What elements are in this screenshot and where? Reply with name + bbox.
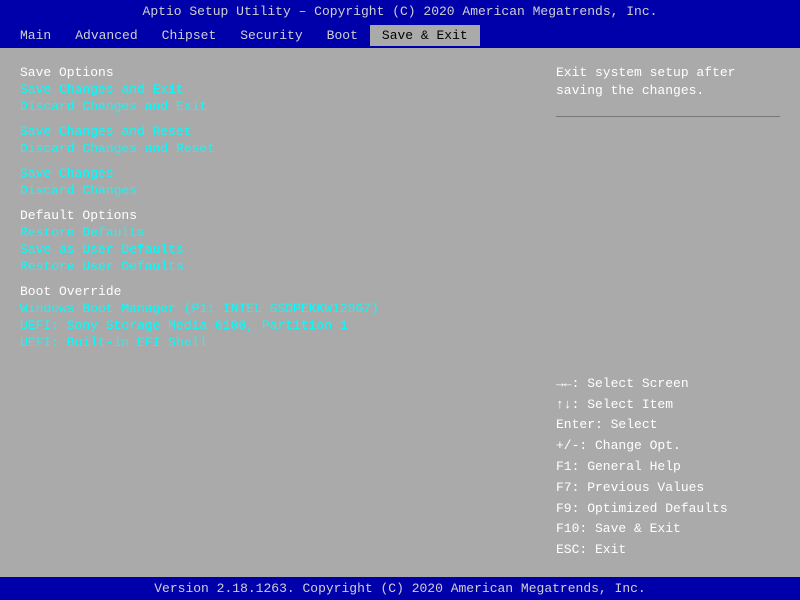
menu-option-11[interactable]: Restore Defaults: [20, 224, 524, 241]
menu-item-chipset[interactable]: Chipset: [150, 25, 229, 46]
right-panel: Exit system setup after saving the chang…: [544, 56, 792, 569]
menu-option-13[interactable]: Restore User Defaults: [20, 258, 524, 275]
status-text: Version 2.18.1263. Copyright (C) 2020 Am…: [154, 581, 645, 596]
key-help-item-4: F1: General Help: [556, 457, 780, 478]
divider-line: [556, 116, 780, 117]
section-divider-14: [20, 275, 524, 283]
key-help-item-6: F9: Optimized Defaults: [556, 499, 780, 520]
menu-option-17[interactable]: UEFI: Sony Storage Media 0100, Partition…: [20, 317, 524, 334]
key-help-item-2: Enter: Select: [556, 415, 780, 436]
menu-option-12[interactable]: Save as User Defaults: [20, 241, 524, 258]
key-help-item-1: ↑↓: Select Item: [556, 395, 780, 416]
key-help: →←: Select Screen↑↓: Select ItemEnter: S…: [556, 374, 780, 561]
key-help-item-3: +/-: Change Opt.: [556, 436, 780, 457]
menu-option-2[interactable]: Discard Changes and Exit: [20, 98, 524, 115]
title-text: Aptio Setup Utility – Copyright (C) 2020…: [143, 4, 658, 19]
key-help-item-5: F7: Previous Values: [556, 478, 780, 499]
menu-item-save---exit[interactable]: Save & Exit: [370, 25, 480, 46]
status-bar: Version 2.18.1263. Copyright (C) 2020 Am…: [0, 577, 800, 600]
section-divider-3: [20, 115, 524, 123]
menu-bar: MainAdvancedChipsetSecurityBootSave & Ex…: [0, 23, 800, 48]
section-header-15: Boot Override: [20, 283, 524, 300]
menu-item-main[interactable]: Main: [8, 25, 63, 46]
menu-option-18[interactable]: UEFI: Built-in EFI Shell: [20, 334, 524, 351]
menu-item-security[interactable]: Security: [228, 25, 314, 46]
menu-option-1[interactable]: Save Changes and Exit: [20, 81, 524, 98]
main-content: Save OptionsSave Changes and ExitDiscard…: [0, 48, 800, 577]
menu-item-boot[interactable]: Boot: [315, 25, 370, 46]
menu-option-7[interactable]: Save Changes: [20, 165, 524, 182]
key-help-item-7: F10: Save & Exit: [556, 519, 780, 540]
key-help-item-8: ESC: Exit: [556, 540, 780, 561]
section-header-0: Save Options: [20, 64, 524, 81]
title-bar: Aptio Setup Utility – Copyright (C) 2020…: [0, 0, 800, 23]
menu-option-8[interactable]: Discard Changes: [20, 182, 524, 199]
menu-option-16[interactable]: Windows Boot Manager (P1: INTEL SSDPEKKW…: [20, 300, 524, 317]
key-help-item-0: →←: Select Screen: [556, 374, 780, 395]
menu-option-4[interactable]: Save Changes and Reset: [20, 123, 524, 140]
section-divider-9: [20, 199, 524, 207]
section-header-10: Default Options: [20, 207, 524, 224]
menu-option-5[interactable]: Discard Changes and Reset: [20, 140, 524, 157]
app: Aptio Setup Utility – Copyright (C) 2020…: [0, 0, 800, 600]
menu-item-advanced[interactable]: Advanced: [63, 25, 149, 46]
description-area: Exit system setup after saving the chang…: [556, 64, 780, 100]
section-divider-6: [20, 157, 524, 165]
left-panel: Save OptionsSave Changes and ExitDiscard…: [8, 56, 536, 569]
